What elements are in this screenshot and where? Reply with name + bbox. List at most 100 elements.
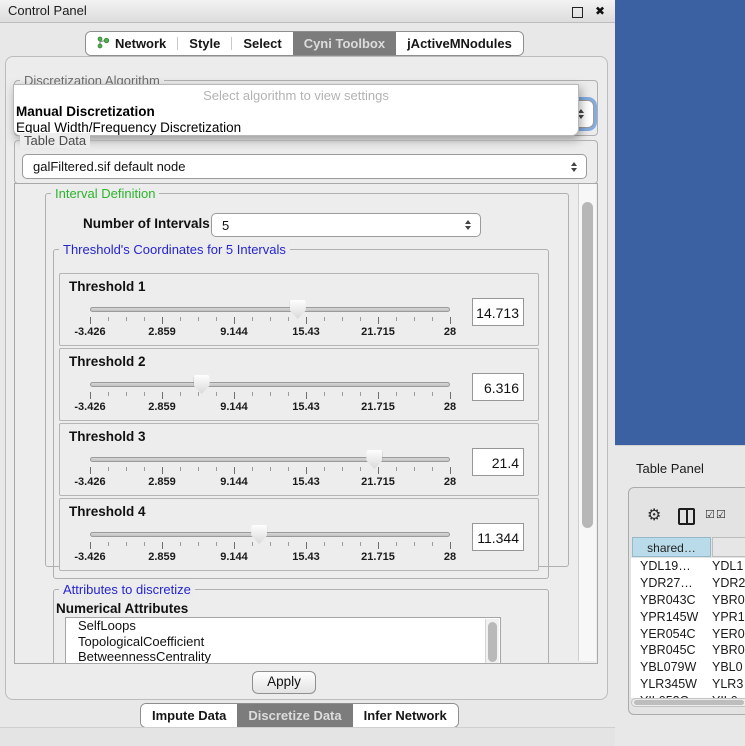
algorithm-placeholder-option: Select algorithm to view settings: [14, 88, 578, 104]
tab-label: Network: [115, 36, 166, 51]
attributes-scrollbar[interactable]: [485, 619, 499, 664]
tab-label: Discretize Data: [248, 708, 341, 723]
table-column-header-name[interactable]: na: [712, 537, 745, 557]
network-icon: [97, 36, 110, 52]
checkbox-icon[interactable]: ☑: [716, 508, 726, 521]
tab-discretize-data[interactable]: Discretize Data: [237, 704, 352, 727]
cell-name: YER0: [712, 627, 745, 641]
slider-tick-label: 9.144: [220, 326, 248, 338]
slider-tick-label: 21.715: [361, 401, 395, 413]
tab-label: Infer Network: [364, 708, 447, 723]
slider-tick-label: 15.43: [292, 326, 320, 338]
combo-arrows-icon: [465, 220, 472, 230]
algorithm-option-manual-discretization[interactable]: Manual Discretization: [14, 104, 578, 120]
attribute-item[interactable]: SelfLoops: [66, 618, 500, 634]
table-row[interactable]: YBR045CYBR0: [631, 642, 745, 659]
cell-shared-name: YER054C: [631, 627, 712, 641]
slider-tick-label: 21.715: [361, 551, 395, 563]
table-row[interactable]: YER054CYER0: [631, 625, 745, 642]
panel-scrollbar-thumb[interactable]: [582, 202, 593, 528]
table-hscrollbar[interactable]: [631, 698, 745, 707]
slider-tick-label: -3.426: [74, 551, 105, 563]
numerical-attributes-list[interactable]: SelfLoopsTopologicalCoefficientBetweenne…: [65, 617, 501, 664]
cell-name: YBR0: [712, 643, 745, 657]
tab-label: Style: [189, 36, 220, 51]
number-of-intervals-label: Number of Intervals: [83, 216, 210, 231]
combo-arrows-icon: [578, 109, 585, 119]
gear-icon[interactable]: ⚙: [647, 505, 661, 525]
slider-tick-label: -3.426: [74, 476, 105, 488]
table-row[interactable]: YPR145WYPR1: [631, 608, 745, 625]
slider-tick-label: 21.715: [361, 326, 395, 338]
table-data-combobox[interactable]: galFiltered.sif default node: [22, 154, 587, 179]
apply-button[interactable]: Apply: [252, 671, 316, 694]
tab-impute-data[interactable]: Impute Data: [141, 704, 237, 727]
tab-label: Cyni Toolbox: [304, 36, 385, 51]
attribute-item[interactable]: TopologicalCoefficient: [66, 634, 500, 650]
tab-style[interactable]: Style: [178, 32, 231, 55]
tab-jactivemnodules[interactable]: jActiveMNodules: [396, 32, 523, 55]
threshold-row-2: Threshold 2-3.4262.8599.14415.4321.71528…: [59, 348, 539, 421]
cell-name: YDL1: [712, 559, 745, 573]
slider-track[interactable]: [90, 307, 450, 312]
threshold-value-field[interactable]: 14.713: [472, 298, 524, 326]
table-row[interactable]: YBL079WYBL0: [631, 659, 745, 676]
cell-shared-name: YDR27…: [631, 576, 712, 590]
cell-name: YBR0: [712, 593, 745, 607]
tab-select[interactable]: Select: [232, 32, 292, 55]
threshold-label: Threshold 2: [69, 354, 146, 369]
interval-definition-label: Interval Definition: [51, 186, 159, 201]
table-column-header-shared-name[interactable]: shared…: [632, 537, 711, 557]
checkbox-icon[interactable]: ☑: [705, 508, 715, 521]
slider-tick-label: 9.144: [220, 551, 248, 563]
slider-tick-label: 2.859: [148, 476, 176, 488]
threshold-value-field[interactable]: 11.344: [472, 523, 524, 551]
threshold-value-field[interactable]: 6.316: [472, 373, 524, 401]
close-icon[interactable]: ✖: [595, 0, 605, 22]
control-panel-titlebar: Control Panel ✖: [0, 0, 615, 23]
slider-tick-label: 28: [444, 401, 456, 413]
slider-tick-label: -3.426: [74, 401, 105, 413]
slider-track[interactable]: [90, 532, 450, 537]
threshold-value-field[interactable]: 21.4: [472, 448, 524, 476]
table-body[interactable]: YDL19…YDL1YDR27…YDR2YBR043CYBR0YPR145WYP…: [631, 558, 745, 698]
algorithm-option-equal-width-frequency-discretization[interactable]: Equal Width/Frequency Discretization: [14, 120, 578, 136]
cell-shared-name: YBR043C: [631, 593, 712, 607]
slider-tick-label: 28: [444, 476, 456, 488]
attributes-group-label: Attributes to discretize: [59, 582, 195, 597]
float-window-icon[interactable]: [572, 7, 583, 18]
numerical-attributes-label: Numerical Attributes: [56, 601, 188, 616]
split-columns-icon[interactable]: [678, 508, 695, 525]
tab-infer-network[interactable]: Infer Network: [353, 704, 458, 727]
slider-track[interactable]: [90, 457, 450, 462]
slider-track[interactable]: [90, 382, 450, 387]
table-row[interactable]: YLR345WYLR3: [631, 676, 745, 693]
number-of-intervals-combobox[interactable]: 5: [211, 213, 481, 237]
tab-network[interactable]: Network: [86, 32, 177, 55]
threshold-row-4: Threshold 4-3.4262.8599.14415.4321.71528…: [59, 498, 539, 571]
cell-shared-name: YLR345W: [631, 677, 712, 691]
table-row[interactable]: YDL19…YDL1: [631, 558, 745, 575]
algorithm-dropdown-popup: Select algorithm to view settings Manual…: [13, 84, 579, 136]
cell-name: YDR2: [712, 576, 745, 590]
table-data-value: galFiltered.sif default node: [33, 155, 185, 178]
attribute-item[interactable]: BetweennessCentrality: [66, 649, 500, 664]
threshold-row-1: Threshold 1-3.4262.8599.14415.4321.71528…: [59, 273, 539, 346]
cell-shared-name: YBL079W: [631, 660, 712, 674]
cell-shared-name: YBR045C: [631, 643, 712, 657]
combo-arrows-icon: [571, 162, 578, 172]
control-panel: Control Panel ✖ Network Style Select Cyni T…: [0, 0, 615, 745]
slider-tick-label: 2.859: [148, 326, 176, 338]
threshold-label: Threshold 1: [69, 279, 146, 294]
settings-scrollpane: Interval Definition Number of Intervals …: [14, 183, 598, 664]
slider-tick-label: 15.43: [292, 551, 320, 563]
threshold-label: Threshold 3: [69, 429, 146, 444]
number-of-intervals-value: 5: [222, 214, 229, 236]
tab-cyni-toolbox[interactable]: Cyni Toolbox: [293, 32, 396, 55]
threshold-label: Threshold 4: [69, 504, 146, 519]
table-row[interactable]: YBR043CYBR0: [631, 592, 745, 609]
slider-tick-label: 28: [444, 551, 456, 563]
threshold-row-3: Threshold 3-3.4262.8599.14415.4321.71528…: [59, 423, 539, 496]
table-panel: ⚙ ☑ ☑ shared… na YDL19…YDL1YDR27…YDR2YBR…: [628, 487, 745, 715]
table-row[interactable]: YDR27…YDR2: [631, 575, 745, 592]
